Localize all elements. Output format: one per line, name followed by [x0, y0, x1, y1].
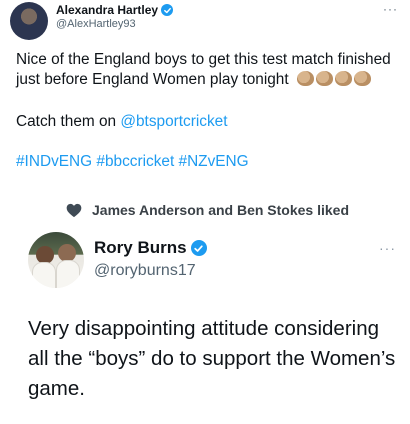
author-handle[interactable]: @roryburns17 [94, 262, 196, 280]
clapping-hands-icon [315, 71, 333, 86]
tweet-text-line: Catch them on [16, 113, 121, 130]
author-name[interactable]: Rory Burns [94, 238, 207, 258]
heart-icon [66, 203, 82, 217]
tweet-text: Nice of the England boys to get this tes… [16, 50, 404, 192]
hashtag-links[interactable]: #INDvENG #bbccricket #NZvENG [16, 153, 249, 170]
verified-badge-icon [190, 240, 207, 256]
more-options-button[interactable]: ··· [383, 2, 398, 16]
more-options-button[interactable]: ··· [379, 240, 396, 256]
avatar[interactable] [28, 232, 84, 288]
author-handle[interactable]: @AlexHartley93 [56, 18, 136, 30]
clapping-hands-icon [296, 71, 314, 86]
liked-by-context: James Anderson and Ben Stokes liked [66, 202, 349, 218]
tweet-alexandra[interactable]: Alexandra Hartley @AlexHartley93 ··· Nic… [0, 0, 410, 188]
mention-link[interactable]: @btsportcricket [120, 113, 227, 130]
clapping-hands-icon [334, 71, 352, 86]
author-name-text[interactable]: Alexandra Hartley [56, 3, 158, 17]
clapping-hands-icon [353, 71, 371, 86]
tweet-text: Very disappointing attitude considering … [28, 317, 396, 400]
author-name[interactable]: Alexandra Hartley [56, 3, 174, 17]
verified-badge-icon [161, 4, 174, 16]
clapping-emojis [296, 71, 373, 92]
liked-by-text[interactable]: James Anderson and Ben Stokes liked [92, 202, 349, 218]
avatar[interactable] [10, 2, 48, 40]
author-name-text[interactable]: Rory Burns [94, 238, 187, 258]
